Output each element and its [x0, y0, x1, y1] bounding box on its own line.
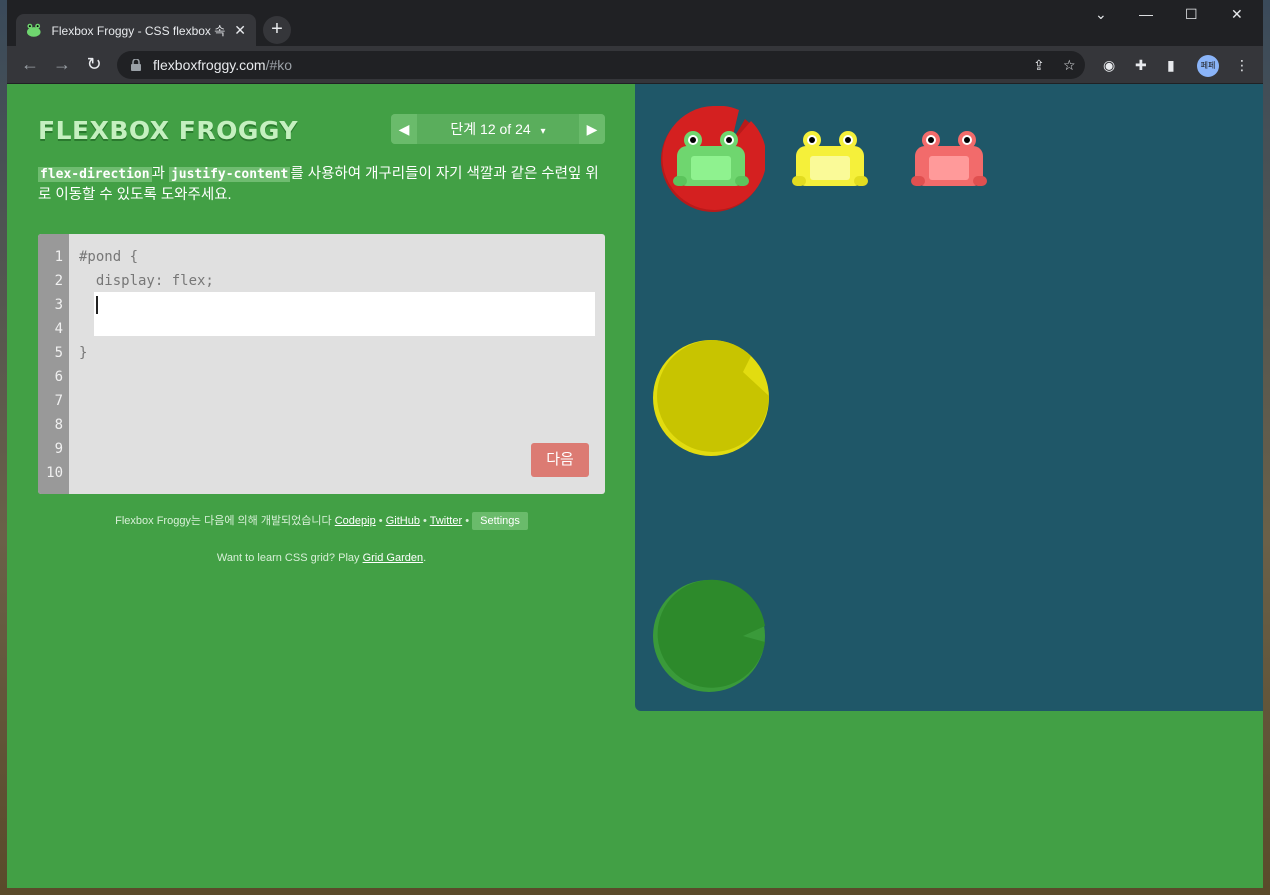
line-number: 4: [54, 321, 63, 337]
line-number: 8: [54, 417, 63, 433]
maximize-icon[interactable]: ☐: [1185, 6, 1198, 23]
line-number-gutter: 1 2 3 4 5 6 7 8 9 10: [38, 234, 69, 494]
extensions-icon[interactable]: ✚: [1135, 57, 1147, 74]
css-editor: 1 2 3 4 5 6 7 8 9 10 #pond { display: fl…: [38, 234, 605, 494]
codepip-link[interactable]: Codepip: [335, 515, 376, 527]
settings-button[interactable]: Settings: [472, 512, 528, 530]
reload-icon[interactable]: ↻: [83, 54, 105, 75]
share-icon[interactable]: ⇪: [1033, 57, 1045, 74]
page-content: FLEXBOX FROGGY ◀ 단계 12 of 24 ▾ ▶ flex-di…: [7, 84, 1263, 888]
forward-icon[interactable]: →: [51, 54, 73, 75]
tab-close-icon[interactable]: ✕: [234, 22, 246, 39]
next-level-button[interactable]: ▶: [579, 114, 605, 144]
yellow-lilypad-icon: [653, 340, 769, 456]
grid-garden-link[interactable]: Grid Garden: [363, 552, 424, 564]
prev-level-button[interactable]: ◀: [391, 114, 417, 144]
css-input-textarea[interactable]: [94, 292, 595, 336]
line-number: 2: [54, 273, 63, 289]
frog-favicon-icon: [26, 23, 41, 37]
line-number: 3: [54, 297, 63, 313]
lock-icon: [131, 59, 141, 71]
minimize-icon[interactable]: —: [1139, 6, 1153, 22]
browser-tab[interactable]: Flexbox Froggy - CSS flexbox 속 ✕: [16, 14, 256, 46]
tab-title: Flexbox Froggy - CSS flexbox 속: [51, 23, 226, 38]
url-text: flexboxfroggy.com/#ko: [153, 57, 293, 73]
line-number: 5: [54, 345, 63, 361]
code-line: #pond {: [79, 249, 139, 265]
new-tab-button[interactable]: +: [263, 16, 291, 44]
line-number: 6: [54, 369, 63, 385]
bullet-separator: •: [465, 515, 470, 527]
code-line: }: [79, 345, 88, 361]
green-frog-icon: [673, 131, 749, 186]
bookmark-star-icon[interactable]: ☆: [1063, 57, 1076, 74]
level-dropdown-icon: ▾: [540, 126, 546, 137]
camera-icon[interactable]: ◉: [1103, 57, 1115, 74]
credits-line: Flexbox Froggy는 다음에 의해 개발되었습니다 Codepip •…: [38, 512, 605, 530]
bullet-separator: •: [423, 515, 427, 527]
instruction-property-tag: justify-content: [168, 167, 291, 182]
twitter-link[interactable]: Twitter: [430, 515, 462, 527]
back-icon[interactable]: ←: [19, 54, 41, 75]
code-line: display: flex;: [79, 273, 214, 289]
address-bar[interactable]: flexboxfroggy.com/#ko ⇪ ☆: [117, 51, 1085, 79]
grid-note-period: .: [423, 552, 427, 564]
profile-avatar[interactable]: 페페: [1197, 55, 1219, 77]
tab-strip: Flexbox Froggy - CSS flexbox 속 ✕ + ⌄ — ☐…: [7, 0, 1263, 46]
browser-toolbar: ← → ↻ flexboxfroggy.com/#ko ⇪ ☆ ◉ ✚ ▮ 페페…: [7, 46, 1263, 84]
text-caret: [96, 296, 98, 314]
github-link[interactable]: GitHub: [386, 515, 420, 527]
line-number: 1: [54, 249, 63, 265]
instruction-text: 과: [151, 166, 165, 182]
grid-note-text: Want to learn CSS grid? Play: [216, 552, 360, 564]
next-button[interactable]: 다음: [531, 443, 589, 477]
site-logo[interactable]: FLEXBOX FROGGY: [38, 116, 298, 145]
pond: [635, 84, 1263, 711]
line-number: 7: [54, 393, 63, 409]
side-panel-icon[interactable]: ▮: [1167, 57, 1175, 74]
line-number: 10: [46, 465, 63, 481]
level-navigator: ◀ 단계 12 of 24 ▾ ▶: [391, 114, 605, 144]
level-instructions: flex-direction 과 justify-content 를 사용하여 개구…: [38, 164, 608, 205]
grid-garden-note: Want to learn CSS grid? Play Grid Garden…: [38, 552, 605, 564]
credits-text: Flexbox Froggy는 다음에 의해 개발되었습니다: [115, 515, 332, 527]
green-lilypad-icon: [653, 579, 765, 692]
instruction-property-tag: flex-direction: [38, 167, 152, 182]
line-number: 9: [54, 441, 63, 457]
level-indicator[interactable]: 단계 12 of 24 ▾: [417, 114, 579, 144]
browser-window: Flexbox Froggy - CSS flexbox 속 ✕ + ⌄ — ☐…: [7, 0, 1263, 888]
menu-kebab-icon[interactable]: ⋮: [1235, 57, 1249, 74]
yellow-frog-icon: [792, 131, 868, 186]
close-window-icon[interactable]: ✕: [1231, 6, 1243, 23]
bullet-separator: •: [378, 515, 383, 527]
red-frog-icon: [911, 131, 987, 186]
level-label: 단계 12 of 24: [450, 121, 531, 137]
tab-search-icon[interactable]: ⌄: [1095, 6, 1107, 23]
